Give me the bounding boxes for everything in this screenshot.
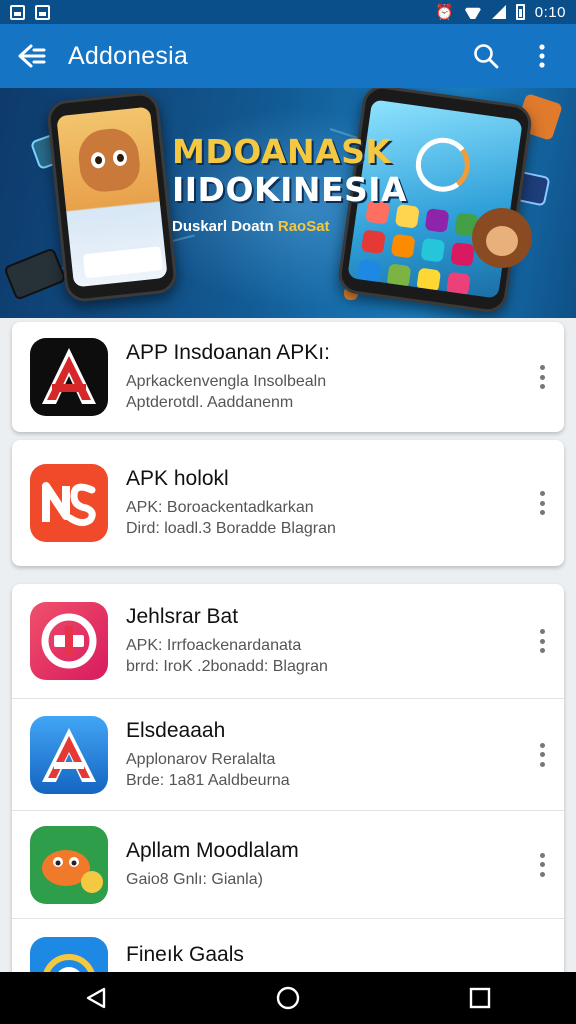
back-button[interactable] xyxy=(12,36,52,76)
nav-recents-button[interactable] xyxy=(450,976,510,1020)
blue-circle-logo-icon xyxy=(30,937,108,972)
chat-logo-icon xyxy=(30,602,108,680)
banner-headline-line-2: IIDOKINESIA xyxy=(172,170,408,209)
app-card: Jehlsrar Bat APK: Irrfoackenardanata brr… xyxy=(12,584,564,972)
app-info-line: Aprkackenvengla Insolbealn xyxy=(126,373,327,390)
search-button[interactable] xyxy=(464,34,508,78)
app-info-line: brrd: IroK .2bonadd: Blagran xyxy=(126,658,328,675)
wifi-icon xyxy=(464,5,482,19)
list-item[interactable]: APP Insdoanan APKı: Aprkackenvengla Inso… xyxy=(12,322,564,432)
list-item[interactable]: Jehlsrar Bat APK: Irrfoackenardanata brr… xyxy=(12,584,564,698)
app-name: APK holokl xyxy=(126,467,229,490)
battery-icon xyxy=(515,4,525,20)
app-info-line: Brde: 1a81 Aaldbeurna xyxy=(126,771,290,789)
more-vert-icon xyxy=(539,44,545,68)
search-icon xyxy=(474,44,499,69)
status-bar: ⏰ 0:10 xyxy=(0,0,576,24)
list-item[interactable]: Apllam Moodlalam Gaio8 Gnlı: Gianla) xyxy=(12,810,564,918)
floating-device-icon xyxy=(3,247,67,301)
monster-logo-icon xyxy=(30,825,108,904)
nav-back-button[interactable] xyxy=(66,976,126,1020)
app-name: APP Insdoanan APKı: xyxy=(126,341,330,364)
app-card: APK holokl APK: Boroackentadkarkan Dird:… xyxy=(12,440,564,566)
status-time: 0:10 xyxy=(534,3,566,21)
loading-ring-icon xyxy=(412,134,474,196)
app-name: Apllam Moodlalam xyxy=(126,839,299,862)
app-info-line: APK: Boroackentadkarkan xyxy=(126,499,314,516)
item-more-options-icon[interactable] xyxy=(536,489,548,517)
app-bar: Addonesia xyxy=(0,24,576,88)
promo-banner[interactable]: MDOANASK IIDOKINESIA Duskarl Doatn RaoSa… xyxy=(0,88,576,318)
item-more-options-icon[interactable] xyxy=(536,851,548,879)
nav-home-button[interactable] xyxy=(258,976,318,1020)
item-more-options-icon[interactable] xyxy=(536,741,548,769)
banner-tagline-highlight: RaoSat xyxy=(277,218,330,235)
monkey-mascot-icon xyxy=(472,208,532,268)
app-info-line: Applonarov Reralalta xyxy=(126,750,276,768)
app-name: Elsdeaaah xyxy=(126,718,226,742)
list-item[interactable]: Elsdeaaah Applonarov Reralalta Brde: 1a8… xyxy=(12,698,564,810)
app-card: APP Insdoanan APKı: Aprkackenvengla Inso… xyxy=(12,322,564,432)
app-info-line: Dird: loadl.3 Boradde Blagran xyxy=(126,520,336,537)
item-more-options-icon[interactable] xyxy=(536,627,548,655)
banner-headline-line-1: MDOANASK xyxy=(172,132,392,171)
app-info-line: Gaio8 Gnlı: Gianla) xyxy=(126,871,263,888)
back-arrow-icon xyxy=(18,44,46,68)
blue-a-logo-icon xyxy=(30,715,108,794)
banner-tagline: Duskarl Doatn RaoSat xyxy=(172,218,330,235)
list-item[interactable]: Fineık Gaals xyxy=(12,918,564,972)
list-item[interactable]: APK holokl APK: Boroackentadkarkan Dird:… xyxy=(12,440,564,566)
app-name: Fineık Gaals xyxy=(126,943,244,966)
gallery-notification-icon xyxy=(10,4,25,20)
red-a-logo-icon xyxy=(30,338,108,416)
app-name: Jehlsrar Bat xyxy=(126,605,239,628)
cartoon-face-icon xyxy=(76,126,143,195)
banner-tagline-text: Duskarl Doatn xyxy=(172,218,274,235)
app-list: APP Insdoanan APKı: Aprkackenvengla Inso… xyxy=(0,318,576,972)
circle-home-icon xyxy=(276,986,300,1010)
item-more-options-icon[interactable] xyxy=(536,363,548,391)
phone-illustration-left xyxy=(45,90,179,304)
overflow-menu-button[interactable] xyxy=(520,34,564,78)
square-recents-icon xyxy=(469,987,491,1009)
page-title: Addonesia xyxy=(68,41,188,70)
triangle-back-icon xyxy=(86,987,106,1009)
signal-icon xyxy=(491,5,506,19)
banner-headline: MDOANASK IIDOKINESIA xyxy=(172,133,407,209)
app-notification-icon xyxy=(35,4,50,20)
app-info-line: Aptderotdl. Aaddanenm xyxy=(126,394,294,411)
ns-logo-icon xyxy=(30,464,108,542)
app-info-line: APK: Irrfoackenardanata xyxy=(126,637,302,654)
alarm-icon: ⏰ xyxy=(435,4,454,21)
system-nav-bar xyxy=(0,972,576,1024)
